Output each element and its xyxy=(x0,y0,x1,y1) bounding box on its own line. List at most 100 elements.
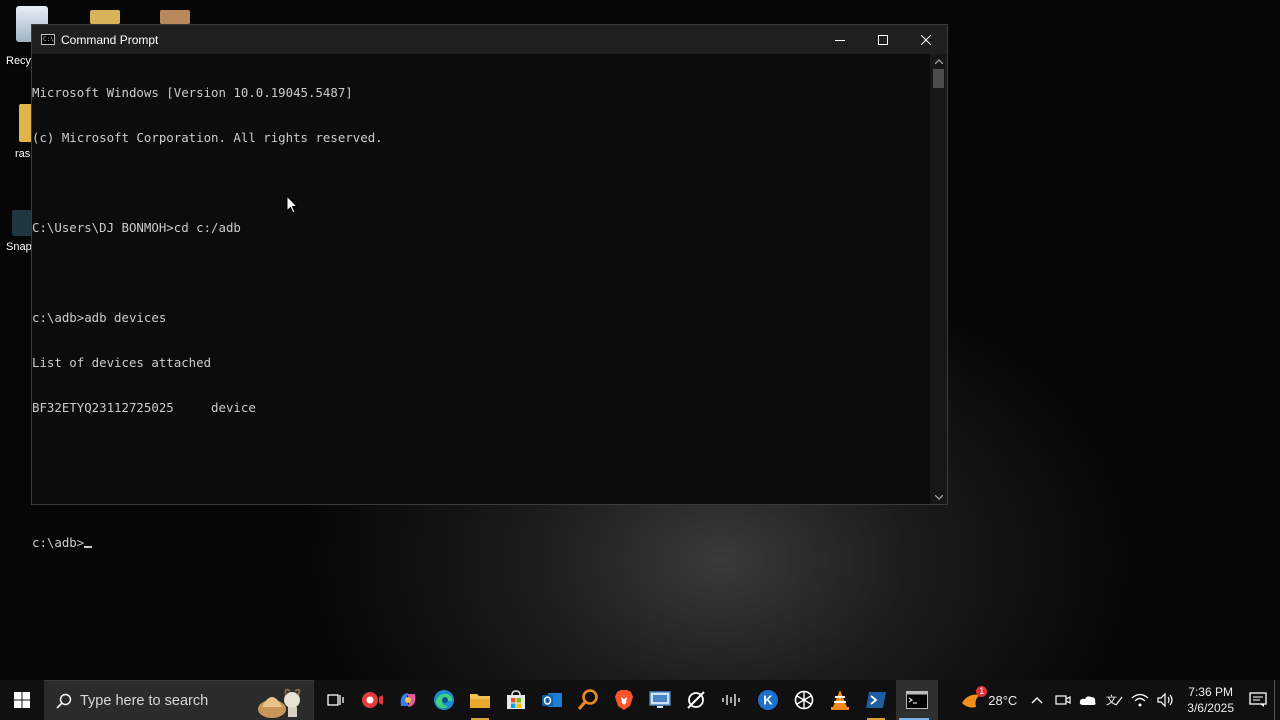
text-cursor xyxy=(84,546,93,548)
camera-icon xyxy=(1055,695,1071,705)
taskbar-app-edge[interactable] xyxy=(426,680,462,720)
desktop-icon-label-ras: ras xyxy=(15,148,31,160)
window-title: Command Prompt xyxy=(61,32,159,47)
action-center-button[interactable] xyxy=(1242,680,1274,720)
taskbar-app-brave[interactable] xyxy=(606,680,642,720)
edge-icon xyxy=(434,690,454,710)
desktop-icon-label-recycle-bin: Recy xyxy=(6,55,32,67)
taskbar-app-microsoft-store[interactable] xyxy=(498,680,534,720)
tray-network[interactable] xyxy=(1127,680,1153,720)
speaker-icon xyxy=(1157,692,1173,708)
title-bar[interactable]: C:\ Command Prompt xyxy=(32,25,947,54)
chevron-up-icon xyxy=(934,58,943,64)
weather-widget[interactable]: 1 28°C xyxy=(954,680,1023,720)
desktop-icon-folder-b[interactable] xyxy=(160,10,190,24)
audio-app-icon xyxy=(722,694,740,706)
taskbar-app-outlook[interactable] xyxy=(534,680,570,720)
close-icon xyxy=(920,34,931,45)
cloud-icon xyxy=(1080,696,1096,705)
copilot-icon xyxy=(400,693,416,707)
taskbar-app-search-magnifier[interactable] xyxy=(570,680,606,720)
task-view-icon xyxy=(327,694,344,706)
tray-meet-now[interactable] xyxy=(1051,680,1075,720)
taskbar-app-screen-recorder[interactable] xyxy=(354,680,390,720)
chevron-down-icon xyxy=(934,494,943,500)
taskbar-app-k[interactable]: K xyxy=(750,680,786,720)
maximize-icon xyxy=(877,34,888,45)
scroll-down-button[interactable] xyxy=(930,490,947,504)
console-line: Microsoft Windows [Version 10.0.19045.54… xyxy=(32,85,353,100)
tray-onedrive[interactable] xyxy=(1075,680,1101,720)
console-output[interactable]: Microsoft Windows [Version 10.0.19045.54… xyxy=(32,54,932,550)
outlook-icon xyxy=(542,693,562,707)
taskbar-clock[interactable]: 7:36 PM 3/6/2025 xyxy=(1179,684,1242,716)
chevron-up-icon xyxy=(1031,697,1043,704)
taskbar-app-copilot[interactable] xyxy=(390,680,426,720)
system-tray: 1 28°C 文 7:36 PM 3/6/2025 xyxy=(954,680,1280,720)
weather-temperature: 28°C xyxy=(988,692,1018,708)
search-highlight-illustration-icon xyxy=(258,688,301,718)
weather-badge: 1 xyxy=(976,686,988,697)
k-app-icon: K xyxy=(758,690,778,710)
prompt-line[interactable]: c:\adb> xyxy=(32,535,932,550)
screen-recorder-icon xyxy=(362,692,383,708)
taskbar-app-audio[interactable] xyxy=(714,680,750,720)
powershell-icon xyxy=(866,692,886,708)
search-icon xyxy=(56,693,72,709)
taskbar-app-file-explorer[interactable] xyxy=(462,680,498,720)
tray-input-indicator[interactable]: 文 xyxy=(1101,680,1127,720)
show-hidden-icons-button[interactable] xyxy=(1023,680,1051,720)
taskbar-app-sync[interactable] xyxy=(678,680,714,720)
wifi-icon xyxy=(1131,693,1149,707)
vertical-scrollbar[interactable] xyxy=(930,54,947,504)
sync-app-icon xyxy=(687,691,705,709)
desktop-icon-folder-a[interactable] xyxy=(90,10,120,24)
keyboard-language-icon: 文 xyxy=(1106,693,1123,707)
taskbar-app-command-prompt[interactable] xyxy=(896,680,938,720)
notification-icon xyxy=(1249,692,1267,707)
minimize-icon xyxy=(834,39,845,41)
svg-text:K: K xyxy=(763,693,773,708)
taskbar-app-chatgpt[interactable] xyxy=(786,680,822,720)
desktop-icon-snap[interactable] xyxy=(12,210,32,236)
command-prompt-window[interactable]: C:\ Command Prompt Microsoft Windows [Ve… xyxy=(31,24,948,550)
search-magnifier-app-icon xyxy=(577,689,598,710)
microsoft-store-icon xyxy=(507,690,525,709)
maximize-button[interactable] xyxy=(861,25,904,54)
taskbar-app-powershell[interactable] xyxy=(858,680,894,720)
minimize-button[interactable] xyxy=(818,25,861,54)
window-controls xyxy=(818,25,947,54)
task-view-button[interactable] xyxy=(318,680,354,720)
console-line: BF32ETYQ23112725025 device xyxy=(32,400,256,415)
remote-desktop-icon xyxy=(649,691,671,708)
svg-text:文: 文 xyxy=(1106,693,1117,707)
taskbar-app-remote-desktop[interactable] xyxy=(642,680,678,720)
console-line: List of devices attached xyxy=(32,355,212,370)
file-explorer-icon xyxy=(470,694,490,708)
tray-volume[interactable] xyxy=(1153,680,1179,720)
taskbar: K 1 xyxy=(0,680,1280,720)
command-prompt-app-icon: C:\ xyxy=(41,34,55,45)
console-line: c:\adb>adb devices xyxy=(32,310,167,325)
clock-time: 7:36 PM xyxy=(1188,685,1233,699)
command-prompt-text: c:\adb> xyxy=(32,535,85,550)
mouse-pointer-icon xyxy=(286,195,298,214)
taskbar-app-vlc[interactable] xyxy=(822,680,858,720)
show-desktop-button[interactable] xyxy=(1274,680,1280,720)
scroll-thumb[interactable] xyxy=(933,69,944,88)
start-button[interactable] xyxy=(0,680,44,720)
close-button[interactable] xyxy=(904,25,947,54)
scroll-up-button[interactable] xyxy=(930,54,947,68)
chatgpt-icon xyxy=(794,690,814,710)
search-input[interactable] xyxy=(80,692,250,709)
console-line: (c) Microsoft Corporation. All rights re… xyxy=(32,130,383,145)
clock-date: 3/6/2025 xyxy=(1187,701,1234,715)
taskbar-search[interactable] xyxy=(44,680,314,720)
command-prompt-icon xyxy=(906,691,928,709)
desktop-icon-label-snap: Snap xyxy=(6,241,32,253)
windows-logo-icon xyxy=(14,692,30,708)
